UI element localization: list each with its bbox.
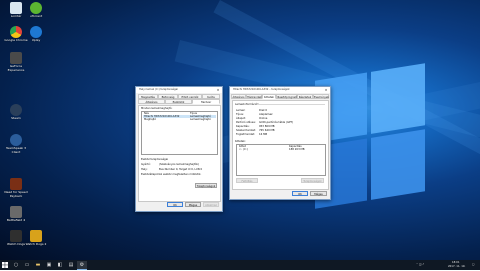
- free-space-label: Szabad terület:: [236, 129, 256, 132]
- steam-icon: [10, 104, 22, 116]
- device-properties-caption: Eszköz tulajdonságai: [141, 158, 168, 161]
- windows-start-icon[interactable]: [0, 261, 10, 269]
- clock-time[interactable]: 18:01: [452, 261, 459, 264]
- location-label: Hely:: [141, 168, 148, 171]
- tab-strip: Általános Házirendek Kötetek Illesztőpro…: [230, 93, 330, 100]
- partition-style-label: Partíció stílusa:: [236, 121, 256, 124]
- drive-list-caption: Minden lemezmeghajtó:: [141, 107, 173, 110]
- disk-value: Disk 0: [259, 109, 268, 112]
- volume-list: Kötet Kapacitás ▭ (C:) 188 203 MB: [236, 144, 326, 176]
- utorrent-icon: [30, 2, 42, 14]
- disk-properties-window: Hitachi HDS721010CLA332 – tulajdonságok …: [229, 86, 331, 200]
- clock-date[interactable]: 2017. 11. 19.: [448, 265, 465, 268]
- tab-details[interactable]: Részletek: [297, 94, 313, 99]
- geforce-icon: [10, 52, 22, 64]
- taskbar-app-icon[interactable]: ▣: [44, 261, 54, 269]
- uplay-icon: [30, 26, 42, 38]
- capacity-label: Kapacitás:: [236, 125, 250, 128]
- table-row[interactable]: Meghajtó Lemezmeghajtó: [143, 118, 216, 121]
- search-icon[interactable]: ○: [11, 261, 21, 269]
- tab-tools[interactable]: Eszközök: [165, 99, 192, 104]
- status-label: Állapot:: [236, 117, 246, 120]
- manufacturer-value: (Szabványos lemezmeghajtók): [159, 163, 199, 166]
- tab-general[interactable]: Általános: [231, 94, 246, 99]
- taskbar-active-app-icon[interactable]: ⚙: [77, 261, 87, 270]
- desktop-icon-battlefield[interactable]: Battlefield 4: [2, 206, 30, 223]
- drive-list: Név Típus Hitachi HDS721010CLA332 Lemezm…: [141, 111, 218, 155]
- desktop-icon-geforce[interactable]: GeForce Experience: [2, 52, 30, 72]
- desktop-icon-nfs-payback[interactable]: Need for Speed Payback: [2, 178, 30, 198]
- taskbar: ○ ▭ ▬ ▣ ◧ ▤ ⚙ ⌃ ◫ ♪ 18:01 2017. 11. 19. …: [0, 260, 480, 270]
- type-value: Alaplemez: [259, 113, 273, 116]
- cancel-button[interactable]: Mégse: [185, 202, 201, 207]
- reserved-space-value: 16 MB: [259, 133, 268, 136]
- manufacturer-label: Gyártó:: [141, 163, 151, 166]
- disk-info-caption: Lemezinformációk: [235, 103, 259, 106]
- file-explorer-icon[interactable]: ▬: [33, 261, 43, 269]
- desktop-background: Lomtár uTorrent Google Chrome Uplay GeFo…: [0, 0, 480, 260]
- volumes-caption: Kötetek:: [235, 140, 246, 143]
- apply-button[interactable]: Alkalmaz: [203, 202, 219, 207]
- volumes-tab-panel: Lemezinformációk Lemez: Disk 0 Típus: Al…: [232, 100, 329, 190]
- hardware-tab-panel: Minden lemezmeghajtó: Név Típus Hitachi …: [138, 105, 221, 202]
- disk-label: Lemez:: [236, 109, 246, 112]
- tab-general[interactable]: Általános: [138, 99, 165, 104]
- desktop-icon-uplay[interactable]: Uplay: [22, 26, 50, 43]
- watchdogs-icon: [10, 230, 22, 242]
- chrome-icon: [10, 26, 22, 38]
- tab-hardware[interactable]: Hardver: [192, 99, 220, 104]
- reserved-space-label: Foglalt terület:: [236, 133, 256, 136]
- partition-style-value: GUID-partíciós tábla (GPT): [259, 121, 294, 124]
- desktop-icon-teamspeak[interactable]: TeamSpeak 3 Client: [2, 134, 30, 154]
- desktop-icon-utorrent[interactable]: uTorrent: [22, 2, 50, 19]
- cancel-button[interactable]: Mégse: [310, 191, 327, 196]
- divider: [257, 104, 325, 105]
- volume-properties-button[interactable]: Tulajdonságok: [301, 178, 324, 183]
- ok-button[interactable]: OK: [167, 202, 183, 207]
- wallpaper-windows-logo: [315, 63, 425, 210]
- desktop-icon-steam[interactable]: Steam: [2, 104, 30, 121]
- watchdogs2-icon: [30, 230, 42, 242]
- capacity-value: 953 869 MB: [259, 125, 275, 128]
- taskbar-app-icon[interactable]: ◧: [55, 261, 65, 269]
- game-icon: [10, 178, 22, 190]
- tab-driver[interactable]: Illesztőprogram: [276, 94, 297, 99]
- tab-strip: Megosztás Biztonság Előző verziók Kvóta …: [136, 93, 222, 105]
- device-status-value: Az eszköz megfelelően működik.: [159, 173, 202, 176]
- taskbar-app-icon[interactable]: ▤: [66, 261, 76, 269]
- notification-icon[interactable]: ▢: [472, 263, 474, 266]
- desktop-icon-watch-dogs-2[interactable]: Watch Dogs 2: [22, 230, 50, 247]
- populate-button[interactable]: Feltöltés: [236, 178, 258, 183]
- free-space-value: 765 640 MB: [259, 129, 275, 132]
- ok-button[interactable]: OK: [292, 191, 308, 196]
- task-view-icon[interactable]: ▭: [22, 261, 32, 269]
- tab-policies[interactable]: Házirendek: [246, 94, 262, 99]
- location-value: Bus Number 0, Target Id 0, LUN 0: [159, 168, 203, 171]
- drive-icon: ▭: [239, 148, 242, 151]
- tab-events[interactable]: Események: [313, 94, 329, 99]
- table-row[interactable]: ▭ (C:) 188 203 MB: [238, 148, 324, 151]
- drive-properties-window: Helyi lemez (C:) tulajdonságai × Megoszt…: [135, 86, 223, 212]
- device-status-label: Eszközállapot:: [141, 173, 160, 176]
- teamspeak-icon: [10, 134, 22, 146]
- recycle-bin-icon: [10, 2, 22, 14]
- battlefield-icon: [10, 206, 22, 218]
- tray-icons[interactable]: ⌃ ◫ ♪: [416, 263, 424, 266]
- device-properties-button[interactable]: Tulajdonságok: [195, 183, 217, 188]
- type-label: Típus:: [236, 113, 244, 116]
- tab-volumes[interactable]: Kötetek: [262, 94, 276, 99]
- status-value: Online: [259, 117, 268, 120]
